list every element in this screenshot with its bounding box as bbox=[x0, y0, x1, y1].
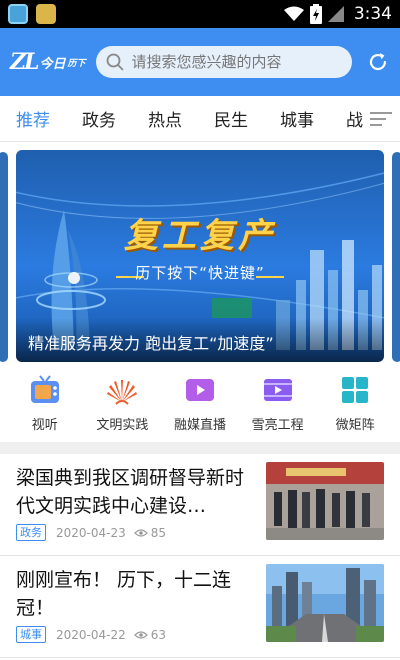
quick-link-skynet[interactable]: 雪亮工程 bbox=[240, 370, 316, 442]
signal-icon bbox=[327, 6, 344, 22]
logo-text: 今日 bbox=[39, 56, 66, 72]
tab-hot[interactable]: 热点 bbox=[148, 106, 182, 131]
section-divider bbox=[0, 442, 400, 454]
eye-icon bbox=[133, 528, 148, 537]
news-thumbnail bbox=[266, 462, 384, 540]
search-input[interactable] bbox=[131, 53, 342, 71]
tab-city[interactable]: 城事 bbox=[280, 106, 314, 131]
quick-link-label: 微矩阵 bbox=[335, 418, 375, 433]
news-views: 85 bbox=[133, 525, 167, 540]
tab-menu-icon[interactable] bbox=[370, 108, 392, 128]
quick-link-label: 文明实践 bbox=[96, 418, 149, 433]
banner-headline: 复工复产 bbox=[124, 216, 276, 256]
banner-subtitle: 历下按下“快进键” bbox=[135, 264, 265, 282]
logo-sub: 历下 bbox=[67, 58, 86, 69]
tab-more-partial[interactable]: 战 bbox=[346, 106, 363, 131]
category-tabs: 推荐 政务 热点 民生 城事 战 bbox=[0, 96, 400, 142]
banner-caption: 精准服务再发力 跑出复工“加速度” bbox=[16, 318, 384, 362]
news-category-tag: 政务 bbox=[16, 524, 46, 541]
logo-mark: ZL bbox=[10, 49, 39, 75]
search-icon bbox=[106, 53, 123, 71]
notification-bag-icon bbox=[36, 4, 56, 24]
tab-livelihood[interactable]: 民生 bbox=[214, 106, 248, 131]
tab-recommend[interactable]: 推荐 bbox=[16, 106, 50, 131]
news-date: 2020-04-22 bbox=[56, 627, 126, 642]
banner-slide[interactable]: 复工复产 历下按下“快进键” 精准服务再发力 跑出复工“加速度” bbox=[16, 150, 384, 362]
notification-app-icon bbox=[8, 4, 28, 24]
wifi-icon bbox=[283, 6, 304, 21]
news-title: 梁国典到我区调研督导新时代文明实践中心建设… bbox=[16, 467, 245, 517]
quick-link-live[interactable]: 融媒直播 bbox=[162, 370, 238, 442]
tab-government[interactable]: 政务 bbox=[82, 106, 116, 131]
news-view-count: 85 bbox=[150, 525, 167, 540]
news-item[interactable]: 梁国典到我区调研督导新时代文明实践中心建设… 政务 2020-04-23 85 bbox=[0, 454, 400, 556]
quick-links: 视听 文明实践 融媒直播 雪亮工程 微矩阵 bbox=[0, 370, 400, 442]
quick-link-audio-video[interactable]: 视听 bbox=[7, 370, 83, 442]
tv-icon bbox=[30, 375, 59, 403]
news-meta: 政务 2020-04-23 85 bbox=[16, 524, 166, 541]
news-meta: 城事 2020-04-22 63 bbox=[16, 626, 166, 643]
news-list: 梁国典到我区调研督导新时代文明实践中心建设… 政务 2020-04-23 85 bbox=[0, 454, 400, 658]
quick-link-label: 视听 bbox=[31, 418, 58, 433]
news-thumbnail bbox=[266, 564, 384, 642]
eye-icon bbox=[133, 630, 148, 639]
clock: 3:34 bbox=[353, 4, 392, 24]
status-bar: 3:34 bbox=[0, 0, 400, 28]
banner-carousel: 复工复产 历下按下“快进键” 精准服务再发力 跑出复工“加速度” bbox=[0, 142, 400, 370]
app-root: 3:34 ZL 今日 历下 推荐 政务 热点 民生 城事 战 bbox=[0, 0, 400, 660]
news-title: 刚刚宣布！ 历下，十二连冠！ bbox=[16, 569, 232, 619]
news-views: 63 bbox=[133, 627, 167, 642]
quick-link-civilization[interactable]: 文明实践 bbox=[84, 370, 160, 442]
film-icon bbox=[263, 379, 292, 401]
news-category-tag: 城事 bbox=[16, 626, 46, 643]
sunburst-icon bbox=[107, 380, 138, 405]
news-view-count: 63 bbox=[150, 627, 167, 642]
search-bar[interactable] bbox=[95, 46, 353, 78]
carousel-prev-peek[interactable] bbox=[0, 152, 8, 362]
battery-icon bbox=[309, 4, 322, 24]
app-logo: ZL 今日 历下 bbox=[10, 49, 92, 75]
news-item[interactable]: 刚刚宣布！ 历下，十二连冠！ 城事 2020-04-22 63 bbox=[0, 556, 400, 658]
video-icon bbox=[185, 379, 214, 401]
quick-link-label: 雪亮工程 bbox=[251, 418, 304, 433]
quick-link-label: 融媒直播 bbox=[173, 418, 226, 433]
refresh-icon[interactable] bbox=[366, 50, 390, 74]
grid-icon bbox=[342, 377, 369, 403]
carousel-next-peek[interactable] bbox=[392, 152, 400, 362]
quick-link-matrix[interactable]: 微矩阵 bbox=[317, 370, 393, 442]
news-date: 2020-04-23 bbox=[56, 525, 126, 540]
app-header: ZL 今日 历下 bbox=[0, 28, 400, 96]
